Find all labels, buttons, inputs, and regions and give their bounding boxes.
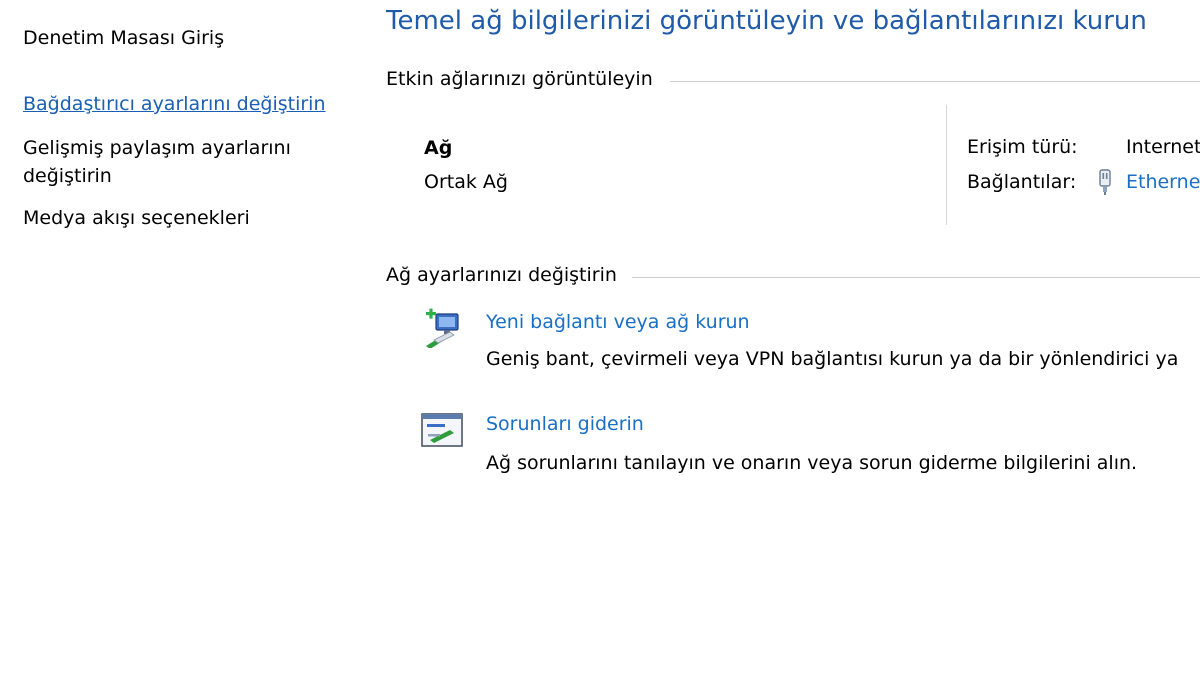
network-category: Ortak Ağ	[424, 171, 508, 193]
access-type-value: Internet	[1126, 136, 1200, 158]
new-connection-icon	[426, 308, 459, 348]
new-connection-description: Geniş bant, çevirmeli veya VPN bağlantıs…	[486, 348, 1179, 370]
section-divider	[670, 81, 1200, 82]
ethernet-connection-link[interactable]: Ethernet	[1126, 168, 1200, 196]
sidebar-item-control-panel-home[interactable]: Denetim Masası Giriş	[23, 24, 224, 52]
troubleshoot-link[interactable]: Sorunları giderin	[486, 410, 644, 438]
sidebar-item-media-streaming[interactable]: Medya akışı seçenekleri	[23, 204, 250, 232]
section-heading-change-settings: Ağ ayarlarınızı değiştirin	[386, 264, 617, 286]
main-content: Temel ağ bilgilerinizi görüntüleyin ve b…	[384, 0, 1200, 675]
troubleshoot-icon	[421, 413, 463, 447]
vertical-divider	[946, 105, 947, 225]
sidebar-item-label: Gelişmiş paylaşım ayarlarını	[23, 137, 291, 159]
connections-label: Bağlantılar:	[967, 171, 1077, 193]
sidebar-item-label: değiştirin	[23, 165, 112, 187]
troubleshoot-description: Ağ sorunlarını tanılayın ve onarın veya …	[486, 452, 1138, 474]
network-name: Ağ	[424, 137, 453, 159]
network-sharing-center: Denetim Masası Giriş Bağdaştırıcı ayarla…	[0, 0, 1200, 675]
page-title: Temel ağ bilgilerinizi görüntüleyin ve b…	[386, 6, 1147, 36]
section-divider	[632, 277, 1200, 278]
sidebar: Denetim Masası Giriş Bağdaştırıcı ayarla…	[0, 0, 360, 675]
sidebar-item-advanced-sharing[interactable]: Gelişmiş paylaşım ayarlarını değiştirin	[23, 134, 291, 190]
access-type-label: Erişim türü:	[967, 136, 1078, 158]
sidebar-item-adapter-settings[interactable]: Bağdaştırıcı ayarlarını değiştirin	[23, 90, 326, 118]
section-heading-active-networks: Etkin ağlarınızı görüntüleyin	[386, 68, 653, 90]
new-connection-link[interactable]: Yeni bağlantı veya ağ kurun	[486, 308, 750, 336]
ethernet-plug-icon	[1099, 169, 1111, 195]
